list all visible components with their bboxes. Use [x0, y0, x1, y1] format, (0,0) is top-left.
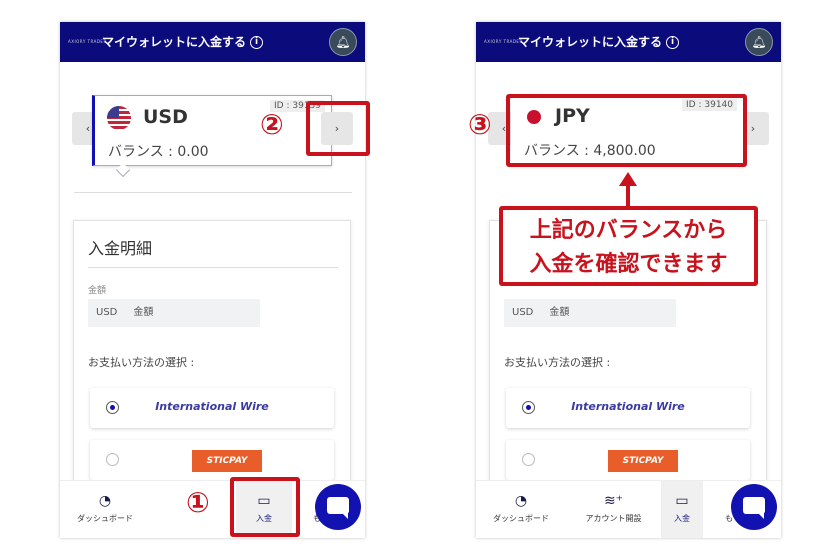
amount-placeholder: 金額 [133, 307, 154, 318]
gauge-icon: ◔ [514, 493, 528, 509]
info-icon[interactable]: i [250, 36, 264, 49]
nav-dashboard[interactable]: ◔ ダッシュボード [476, 481, 566, 538]
callout-line-2: 入金を確認できます [529, 252, 728, 277]
wallet-balance: バランス : 0.00 [108, 144, 209, 160]
layers-plus-icon: ≋⁺ [603, 493, 624, 509]
nav-open-account[interactable]: ≋⁺ アカウント開設 [571, 481, 656, 538]
bell-icon[interactable]: 🔔︎ [329, 28, 357, 56]
page-title: マイウォレットに入金する i [518, 33, 680, 50]
amount-currency: USD [512, 307, 534, 318]
callout-box: 上記のバランスから 入金を確認できます [499, 206, 758, 286]
step-1-label: ① [186, 486, 210, 519]
highlight-next-button [306, 101, 370, 156]
arrow-up-icon [619, 172, 637, 186]
international-wire-logo: International Wire [155, 400, 269, 413]
payment-method-label: お支払い方法の選択 : [88, 356, 195, 369]
chat-button[interactable] [315, 484, 361, 530]
app-header: AXIORY TRADER マイウォレットに入金する i 🔔︎ [476, 22, 781, 62]
amount-placeholder: 金額 [549, 307, 570, 318]
amount-label: 金額 [88, 286, 107, 296]
highlight-jpy-wallet [506, 94, 747, 167]
sticpay-logo: STICPAY [192, 450, 262, 472]
wallet-icon: ▭ [675, 493, 689, 509]
payment-method-label: お支払い方法の選択 : [504, 356, 611, 369]
step-2-label: ② [260, 108, 284, 141]
phone-screen-left: AXIORY TRADER マイウォレットに入金する i 🔔︎ ‹ USD バラン… [60, 22, 365, 538]
us-flag-icon [107, 106, 131, 130]
radio-unselected[interactable] [522, 453, 535, 466]
page-title: マイウォレットに入金する i [102, 33, 264, 50]
bell-icon[interactable]: 🔔︎ [745, 28, 773, 56]
info-icon[interactable]: i [666, 36, 680, 49]
payment-option-international-wire[interactable]: International Wire [506, 388, 750, 428]
chat-button[interactable] [731, 484, 777, 530]
logo: AXIORY TRADER [68, 39, 107, 44]
arrow-shaft [626, 186, 630, 206]
divider [74, 192, 352, 193]
section-title: 入金明細 [88, 239, 153, 258]
payment-option-sticpay[interactable]: STICPAY [90, 440, 334, 480]
radio-unselected[interactable] [106, 453, 119, 466]
nav-deposit[interactable]: ▭ 入金 [661, 481, 703, 538]
logo: AXIORY TRADER [484, 39, 523, 44]
nav-dashboard[interactable]: ◔ ダッシュボード [60, 481, 150, 538]
step-3-label: ③ [468, 108, 492, 141]
amount-input[interactable]: USD 金額 [504, 299, 676, 327]
highlight-deposit-nav [230, 477, 300, 537]
app-header: AXIORY TRADER マイウォレットに入金する i 🔔︎ [60, 22, 365, 62]
payment-option-international-wire[interactable]: International Wire [90, 388, 334, 428]
international-wire-logo: International Wire [571, 400, 685, 413]
gauge-icon: ◔ [98, 493, 112, 509]
divider [88, 267, 338, 268]
deposit-details: 入金明細 金額 USD 金額 お支払い方法の選択 : International … [73, 220, 351, 520]
callout-line-1: 上記のバランスから [529, 218, 728, 243]
sticpay-logo: STICPAY [608, 450, 678, 472]
amount-input[interactable]: USD 金額 [88, 299, 260, 327]
wallet-currency: USD [143, 106, 188, 128]
wallet-card[interactable]: USD バランス : 0.00 ID : 39139 [92, 95, 332, 166]
payment-option-sticpay[interactable]: STICPAY [506, 440, 750, 480]
amount-currency: USD [96, 307, 118, 318]
